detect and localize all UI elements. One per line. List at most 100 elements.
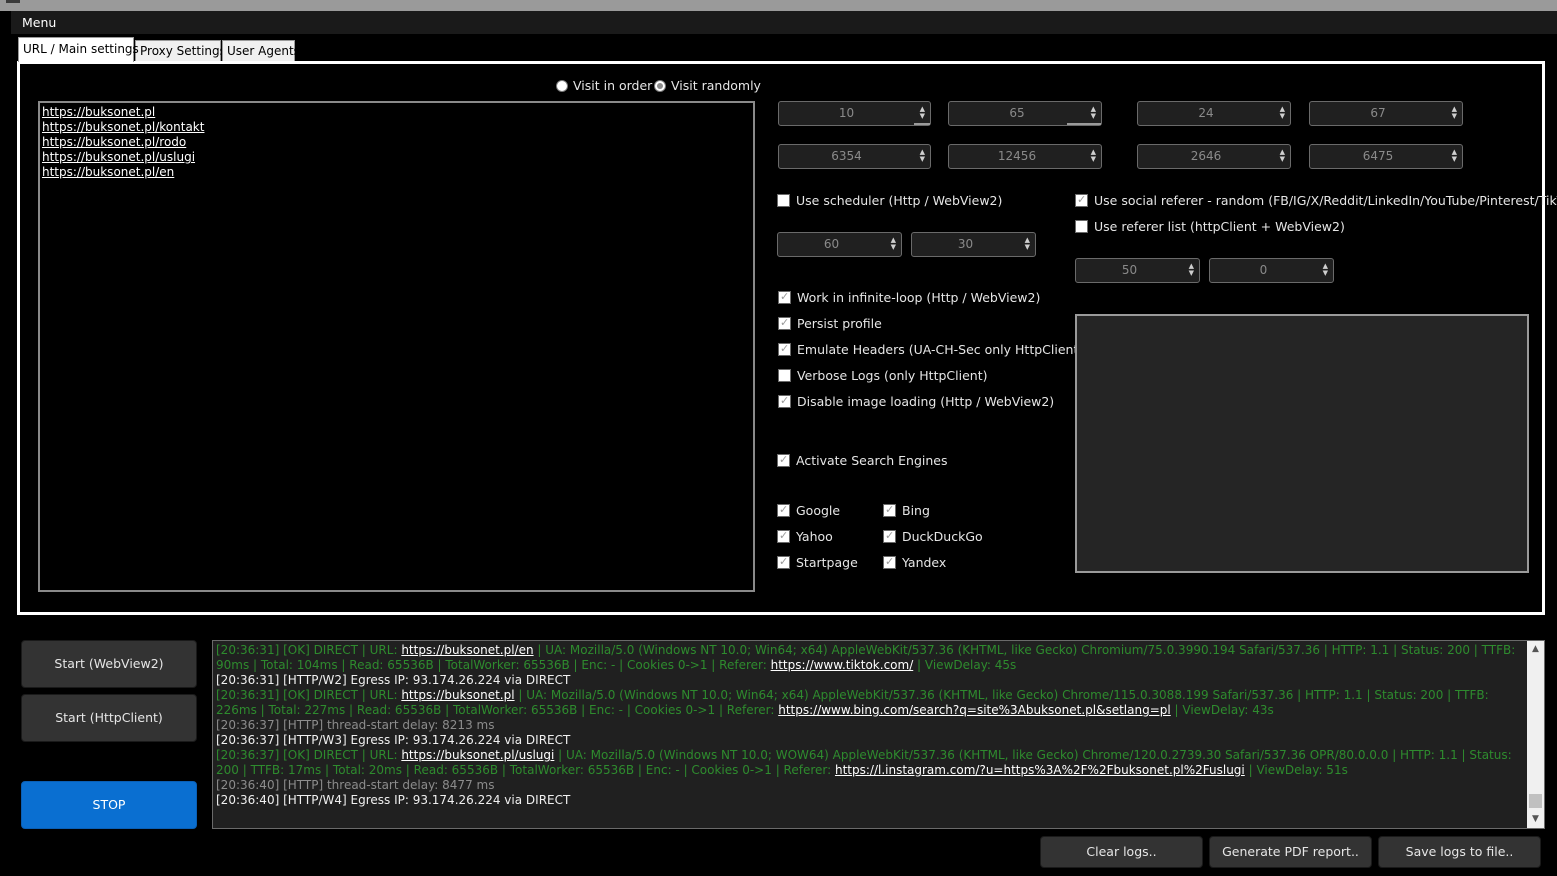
use-scheduler-checkbox[interactable]: Use scheduler (Http / WebView2) [777,193,1002,208]
log-line: [20:36:40] [HTTP/W4] Egress IP: 93.174.2… [216,793,1518,808]
checkbox-box[interactable] [778,316,791,330]
spinner-arrows-icon[interactable]: ▲ ▼ [1452,149,1457,163]
log-link[interactable]: https://buksonet.pl [401,688,514,702]
spinner-arrows-icon[interactable]: ▲ ▼ [1452,106,1457,120]
stop-button[interactable]: STOP [21,781,197,829]
log-line: [20:36:37] [HTTP/W3] Egress IP: 93.174.2… [216,733,1518,748]
save-logs-button[interactable]: Save logs to file.. [1378,836,1541,868]
url-list-item[interactable]: https://buksonet.pl [42,105,751,120]
spinner-arrows-icon[interactable]: ▲ ▼ [1189,263,1194,277]
start-webview2-button[interactable]: Start (WebView2) [21,640,197,688]
log-text: [20:36:40] [HTTP/W4] Egress IP: 93.174.2… [216,793,571,807]
scroll-down-icon[interactable]: ▼ [1527,811,1544,828]
url-list-item[interactable]: https://buksonet.pl/rodo [42,135,751,150]
log-link[interactable]: https://l.instagram.com/?u=https%3A%2F%2… [835,763,1245,777]
visit-in-order-option[interactable]: Visit in order [556,78,652,93]
social-referer-checkbox[interactable]: Use social referer - random (FB/IG/X/Red… [1075,193,1557,208]
clear-logs-button[interactable]: Clear logs.. [1040,836,1203,868]
infinite-loop-checkbox[interactable]: Work in infinite-loop (Http / WebView2) [778,290,1040,305]
persist-profile-checkbox[interactable]: Persist profile [778,316,882,331]
url-list-item[interactable]: https://buksonet.pl/en [42,165,751,180]
search-engines-checkbox[interactable]: Activate Search Engines [777,453,947,468]
threads-max-spinner[interactable]: 65 ▲ ▼ [948,101,1102,126]
threads-min-spinner[interactable]: 10 ▲ ▼ [778,101,931,126]
tab-url-main-settings[interactable]: URL / Main settings [18,37,139,62]
visit-randomly-radio[interactable] [654,79,666,92]
url-list-item[interactable]: https://buksonet.pl/uslugi [42,150,751,165]
checkbox-box[interactable] [778,369,791,382]
log-text: [20:36:37] [HTTP/W3] Egress IP: 93.174.2… [216,733,571,747]
url-list-item[interactable]: https://buksonet.pl/kontakt [42,120,751,135]
view-max-spinner[interactable]: 12456 ▲ ▼ [948,144,1102,169]
checkbox-box[interactable] [778,290,791,304]
checkbox-box[interactable] [777,529,790,543]
engine-yahoo-checkbox[interactable]: Yahoo [777,529,833,544]
log-lines: [20:36:31] [OK] DIRECT | URL: https://bu… [216,643,1518,808]
generate-pdf-report-button[interactable]: Generate PDF report.. [1209,836,1372,868]
spinner-arrows-icon[interactable]: ▲ ▼ [920,149,925,163]
checkbox-box[interactable] [778,342,791,356]
engine-google-checkbox[interactable]: Google [777,503,840,518]
checkbox-box[interactable] [1075,193,1088,207]
referer-list-textarea[interactable] [1075,314,1529,573]
spinner-arrows-icon[interactable]: ▲ ▼ [1280,106,1285,120]
checkbox-box[interactable] [778,394,791,408]
checkbox-box[interactable] [777,503,790,517]
checkbox-box[interactable] [883,529,896,543]
menu-item-menu[interactable]: Menu [22,15,56,30]
spinner-arrows-icon[interactable]: ▲ ▼ [1280,149,1285,163]
spinner-arrows-icon[interactable]: ▲ ▼ [1323,263,1328,277]
scheduler-min-spinner[interactable]: 60 ▲ ▼ [777,232,902,257]
scheduler-max-spinner[interactable]: 30 ▲ ▼ [911,232,1036,257]
checkbox-box[interactable] [1075,220,1088,233]
log-link[interactable]: https://buksonet.pl/uslugi [401,748,554,762]
visit-randomly-option[interactable]: Visit randomly [654,78,761,93]
log-text: [20:36:31] [OK] DIRECT | URL: [216,688,402,702]
url-list-textarea[interactable]: https://buksonet.pl https://buksonet.pl/… [38,101,755,592]
checkbox-box[interactable] [777,194,790,207]
referer-percent-spinner[interactable]: 50 ▲ ▼ [1075,258,1200,283]
referer-list-checkbox[interactable]: Use referer list (httpClient + WebView2) [1075,219,1345,234]
spinner-arrows-icon[interactable]: ▲ ▼ [891,237,896,251]
log-text: [20:36:31] [OK] DIRECT | URL: [216,643,402,657]
log-line: [20:36:40] [HTTP] thread-start delay: 84… [216,778,1518,793]
log-line: [20:36:31] [OK] DIRECT | URL: https://bu… [216,643,1518,673]
checkbox-box[interactable] [777,453,790,467]
log-output[interactable]: [20:36:31] [OK] DIRECT | URL: https://bu… [212,640,1545,829]
verbose-logs-checkbox[interactable]: Verbose Logs (only HttpClient) [778,368,987,383]
log-line: [20:36:31] [OK] DIRECT | URL: https://bu… [216,688,1518,718]
start-delay-min-spinner[interactable]: 2646 ▲ ▼ [1137,144,1291,169]
scroll-up-icon[interactable]: ▲ [1527,641,1544,658]
log-line: [20:36:37] [OK] DIRECT | URL: https://bu… [216,748,1518,778]
engine-startpage-checkbox[interactable]: Startpage [777,555,858,570]
engine-duckduckgo-checkbox[interactable]: DuckDuckGo [883,529,983,544]
delay-min-spinner[interactable]: 24 ▲ ▼ [1137,101,1291,126]
disable-images-checkbox[interactable]: Disable image loading (Http / WebView2) [778,394,1054,409]
spinner-arrows-icon[interactable]: ▲ ▼ [920,106,925,120]
start-httpclient-button[interactable]: Start (HttpClient) [21,694,197,742]
checkbox-box[interactable] [883,555,896,569]
checkbox-box[interactable] [777,555,790,569]
visit-in-order-radio[interactable] [556,79,568,92]
log-scrollbar[interactable]: ▲ ▼ [1527,641,1544,828]
log-text: [20:36:31] [HTTP/W2] Egress IP: 93.174.2… [216,673,571,687]
view-min-spinner[interactable]: 6354 ▲ ▼ [778,144,931,169]
delay-max-spinner[interactable]: 67 ▲ ▼ [1309,101,1463,126]
referer-offset-spinner[interactable]: 0 ▲ ▼ [1209,258,1334,283]
spinner-arrows-icon[interactable]: ▲ ▼ [1091,149,1096,163]
log-text: | ViewDelay: 45s [913,658,1017,672]
emulate-headers-checkbox[interactable]: Emulate Headers (UA-CH-Sec only HttpClie… [778,342,1083,357]
spinner-arrows-icon[interactable]: ▲ ▼ [1025,237,1030,251]
scroll-thumb[interactable] [1529,794,1542,808]
spinner-arrows-icon[interactable]: ▲ ▼ [1091,106,1096,120]
log-link[interactable]: https://buksonet.pl/en [401,643,533,657]
start-delay-max-spinner[interactable]: 6475 ▲ ▼ [1309,144,1463,169]
menu-bar: Menu [11,11,1557,34]
engine-yandex-checkbox[interactable]: Yandex [883,555,946,570]
checkbox-box[interactable] [883,503,896,517]
tab-user-agents[interactable]: User Agents [222,40,300,61]
engine-bing-checkbox[interactable]: Bing [883,503,930,518]
log-link[interactable]: https://www.bing.com/search?q=site%3Abuk… [778,703,1171,717]
tab-proxy-settings[interactable]: Proxy Settings [135,40,226,61]
log-link[interactable]: https://www.tiktok.com/ [771,658,914,672]
